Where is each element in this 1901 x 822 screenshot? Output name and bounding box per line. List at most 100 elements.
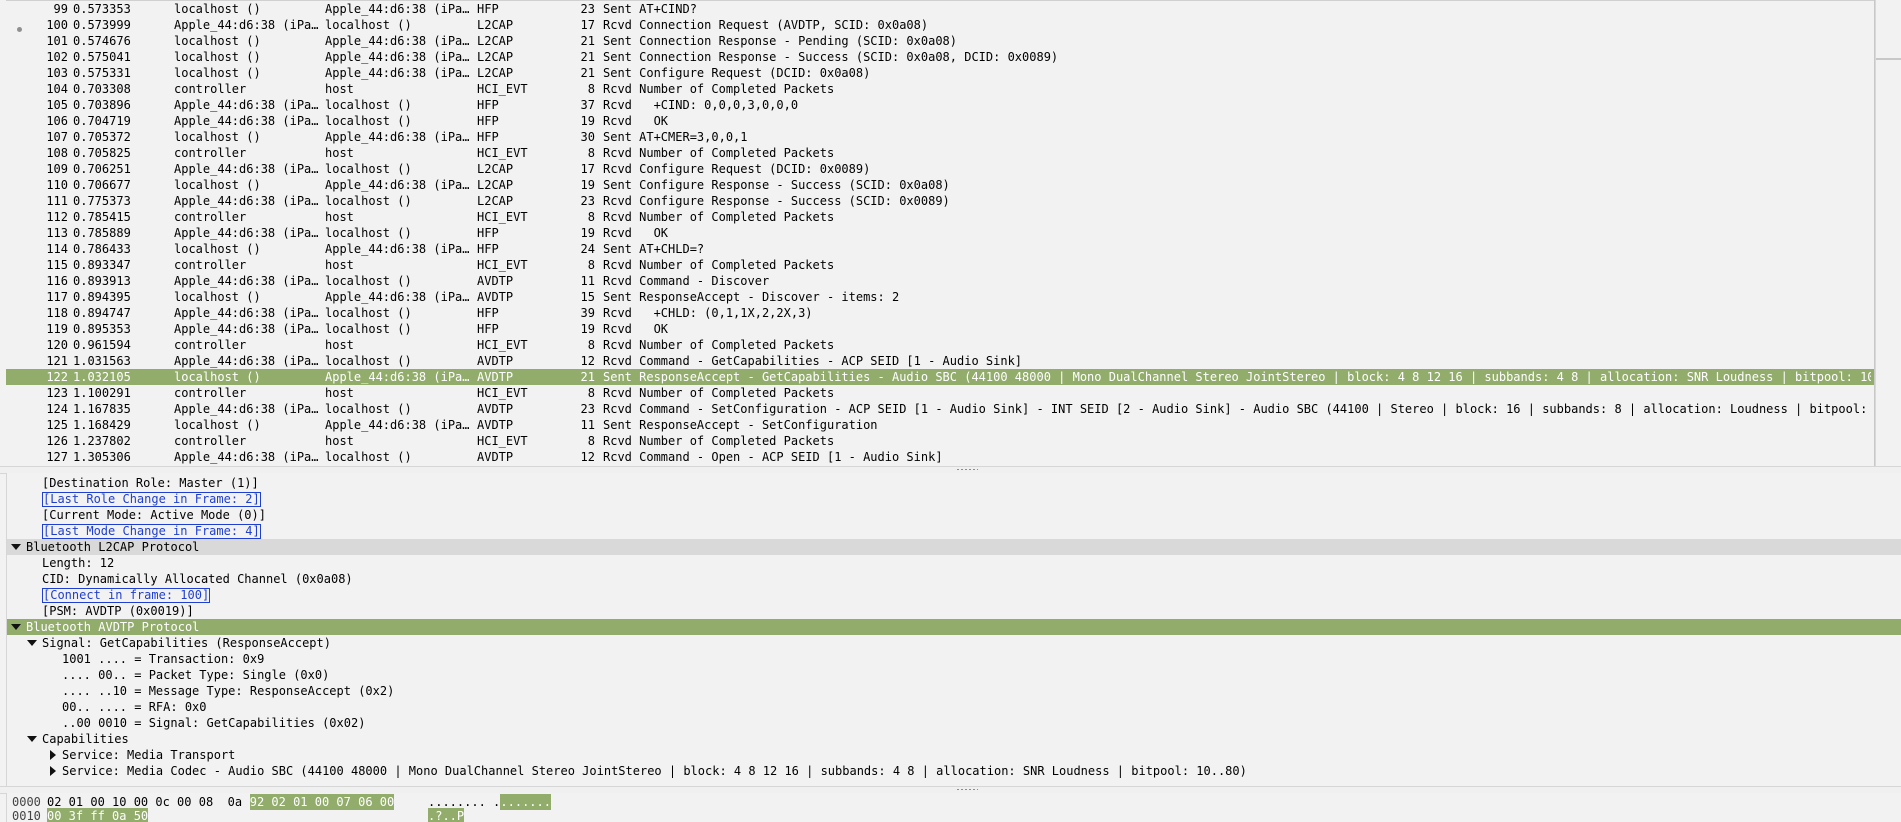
collapse-arrow-right-icon[interactable] [50, 750, 56, 760]
packet-row[interactable]: 118 0.894747 Apple_44:d6:38 (iPalocalhost … [6, 305, 1874, 321]
packet-row[interactable]: 122 1.032105 localhost () Apple_44:d6:38 (i… [6, 369, 1874, 385]
packet-row[interactable]: 123 1.100291 controller host HCI_EVT 8 Rcvd Nu… [6, 385, 1874, 401]
packet-list[interactable]: 99 0.573353 localhost () Apple_44:d6:38 (iP… [6, 0, 1875, 467]
packet-row[interactable]: 99 0.573353 localhost () Apple_44:d6:38 (iP… [6, 1, 1874, 17]
packet-dst: Apple_44:d6:38 (iPa [325, 49, 477, 65]
tree-item[interactable]: Length: 12 [7, 555, 1901, 571]
packet-time: 0.706251 [73, 162, 131, 176]
packet-row[interactable]: 102 0.575041 localhost () Apple_44:d6:38 (i… [6, 49, 1874, 65]
packet-row[interactable]: 111 0.775373 Apple_44:d6:38 (iPalocalhost … [6, 193, 1874, 209]
packet-row[interactable]: 104 0.703308 controller host HCI_EVT 8 Rcvd Nu… [6, 81, 1874, 97]
packet-row[interactable]: 127 1.305306 Apple_44:d6:38 (iPalocalhost … [6, 449, 1874, 465]
packet-proto: HFP [477, 306, 499, 320]
tree-item[interactable]: 1001 .... = Transaction: 0x9 [7, 651, 1901, 667]
packet-time: 1.167835 [73, 402, 131, 416]
packet-proto: AVDTP [477, 274, 514, 288]
packet-src: Apple_44:d6:38 (iPa [174, 353, 322, 369]
tree-item-text: Service: Media Transport [62, 748, 236, 762]
packet-info: Rcvd Connection Request (AVDTP, SCID: 0x… [603, 18, 929, 32]
packet-len: 8 [587, 146, 595, 160]
packet-info: Rcvd Number of Completed Packets [603, 210, 835, 224]
packet-row[interactable]: 101 0.574676 localhost () Apple_44:d6:38 (i… [6, 33, 1874, 49]
packet-len: 23 [580, 194, 595, 208]
packet-info: Sent Configure Response - Success (SCID:… [603, 178, 950, 192]
packet-info: Rcvd Number of Completed Packets [603, 386, 835, 400]
frame-link[interactable]: [Last Role Change in Frame: 2] [42, 492, 261, 507]
packet-row[interactable]: 114 0.786433 localhost () Apple_44:d6:38 (i… [6, 241, 1874, 257]
tree-item[interactable]: Service: Media Codec - Audio SBC (44100 … [7, 763, 1901, 779]
tree-item[interactable]: [Destination Role: Master (1)] [7, 475, 1901, 491]
tree-protocol-header[interactable]: Bluetooth L2CAP Protocol [7, 539, 1901, 555]
tree-item[interactable]: Service: Media Transport [7, 747, 1901, 763]
packet-row[interactable]: 100 0.573999 Apple_44:d6:38 (iPalocalhost … [6, 17, 1874, 33]
packet-row[interactable]: 124 1.167835 Apple_44:d6:38 (iPalocalhost … [6, 401, 1874, 417]
packet-row[interactable]: 109 0.706251 Apple_44:d6:38 (iPalocalhost … [6, 161, 1874, 177]
packet-no: 100 [46, 18, 68, 32]
packet-row[interactable]: 121 1.031563 Apple_44:d6:38 (iPalocalhost … [6, 353, 1874, 369]
packet-row[interactable]: 105 0.703896 Apple_44:d6:38 (iPalocalhost … [6, 97, 1874, 113]
expand-arrow-down-icon[interactable] [11, 624, 21, 630]
packet-dst: Apple_44:d6:38 (iPa [325, 177, 477, 193]
expand-arrow-down-icon[interactable] [27, 640, 37, 646]
tree-item-text: 00.. .... = RFA: 0x0 [62, 700, 207, 714]
frame-link[interactable]: [Last Mode Change in Frame: 4] [42, 524, 261, 539]
packet-row[interactable]: 116 0.893913 Apple_44:d6:38 (iPalocalhost … [6, 273, 1874, 289]
frame-link[interactable]: [Connect in frame: 100] [42, 588, 211, 603]
tree-item[interactable]: [Last Role Change in Frame: 2] [7, 491, 1901, 507]
packet-row[interactable]: 117 0.894395 localhost () Apple_44:d6:38 (i… [6, 289, 1874, 305]
packet-row[interactable]: 103 0.575331 localhost () Apple_44:d6:38 (i… [6, 65, 1874, 81]
packet-details-tree[interactable]: [Destination Role: Master (1)] [Last Role… [6, 473, 1901, 786]
packet-src: Apple_44:d6:38 (iPa [174, 161, 322, 177]
packet-row[interactable]: 120 0.961594 controller host HCI_EVT 8 Rcvd Nu… [6, 337, 1874, 353]
collapse-arrow-right-icon[interactable] [50, 766, 56, 776]
tree-item[interactable]: 00.. .... = RFA: 0x0 [7, 699, 1901, 715]
packet-list-scrollbar[interactable] [1875, 0, 1901, 466]
packet-proto: HFP [477, 226, 499, 240]
packet-row[interactable]: 108 0.705825 controller host HCI_EVT 8 Rcvd Nu… [6, 145, 1874, 161]
packet-dst: localhost () [325, 274, 412, 288]
packet-no: 111 [46, 194, 68, 208]
packet-len: 39 [580, 306, 595, 320]
packet-time: 1.032105 [73, 370, 131, 384]
packet-src: Apple_44:d6:38 (iPa [174, 193, 322, 209]
packet-bytes-pane[interactable]: 0000 02 01 00 10 00 0c 00 08 0a 92 02 01 0… [6, 793, 1901, 822]
packet-no: 114 [46, 242, 68, 256]
packet-row[interactable]: 112 0.785415 controller host HCI_EVT 8 Rcvd Nu… [6, 209, 1874, 225]
scrollbar-thumb[interactable] [1876, 58, 1901, 60]
packet-len: 19 [580, 226, 595, 240]
tree-item[interactable]: ..00 0010 = Signal: GetCapabilities (0x0… [7, 715, 1901, 731]
tree-item[interactable]: [Current Mode: Active Mode (0)] [7, 507, 1901, 523]
packet-time: 0.893913 [73, 274, 131, 288]
tree-item-text: Bluetooth AVDTP Protocol [26, 620, 200, 634]
tree-item[interactable]: [Last Mode Change in Frame: 4] [7, 523, 1901, 539]
packet-row[interactable]: 110 0.706677 localhost () Apple_44:d6:38 (i… [6, 177, 1874, 193]
packet-row[interactable]: 107 0.705372 localhost () Apple_44:d6:38 (i… [6, 129, 1874, 145]
packet-no: 106 [46, 114, 68, 128]
packet-proto: AVDTP [477, 418, 514, 432]
tree-item[interactable]: .... ..10 = Message Type: ResponseAccept… [7, 683, 1901, 699]
tree-item[interactable]: CID: Dynamically Allocated Channel (0x0a… [7, 571, 1901, 587]
packet-info: Rcvd Number of Completed Packets [603, 258, 835, 272]
packet-no: 103 [46, 66, 68, 80]
hex-bytes-highlighted: 92 02 01 00 07 06 00 [249, 794, 395, 810]
tree-protocol-header[interactable]: Bluetooth AVDTP Protocol [7, 619, 1901, 635]
expand-arrow-down-icon[interactable] [27, 736, 37, 742]
tree-item[interactable]: .... 00.. = Packet Type: Single (0x0) [7, 667, 1901, 683]
tree-item[interactable]: Signal: GetCapabilities (ResponseAccept) [7, 635, 1901, 651]
packet-len: 8 [587, 386, 595, 400]
packet-row[interactable]: 125 1.168429 localhost () Apple_44:d6:38 (i… [6, 417, 1874, 433]
tree-item[interactable]: [PSM: AVDTP (0x0019)] [7, 603, 1901, 619]
packet-row[interactable]: 113 0.785889 Apple_44:d6:38 (iPalocalhost … [6, 225, 1874, 241]
packet-time: 0.575331 [73, 66, 131, 80]
packet-row[interactable]: 119 0.895353 Apple_44:d6:38 (iPalocalhost … [6, 321, 1874, 337]
packet-row[interactable]: 115 0.893347 controller host HCI_EVT 8 Rcvd Nu… [6, 257, 1874, 273]
expand-arrow-down-icon[interactable] [11, 544, 21, 550]
packet-info: Rcvd Number of Completed Packets [603, 434, 835, 448]
packet-row[interactable]: 106 0.704719 Apple_44:d6:38 (iPalocalhost … [6, 113, 1874, 129]
packet-time: 0.785889 [73, 226, 131, 240]
tree-item[interactable]: [Connect in frame: 100] [7, 587, 1901, 603]
packet-no: 108 [46, 146, 68, 160]
tree-item-text: Length: 12 [42, 556, 115, 570]
tree-item[interactable]: Capabilities [7, 731, 1901, 747]
packet-row[interactable]: 126 1.237802 controller host HCI_EVT 8 Rcvd Nu… [6, 433, 1874, 449]
